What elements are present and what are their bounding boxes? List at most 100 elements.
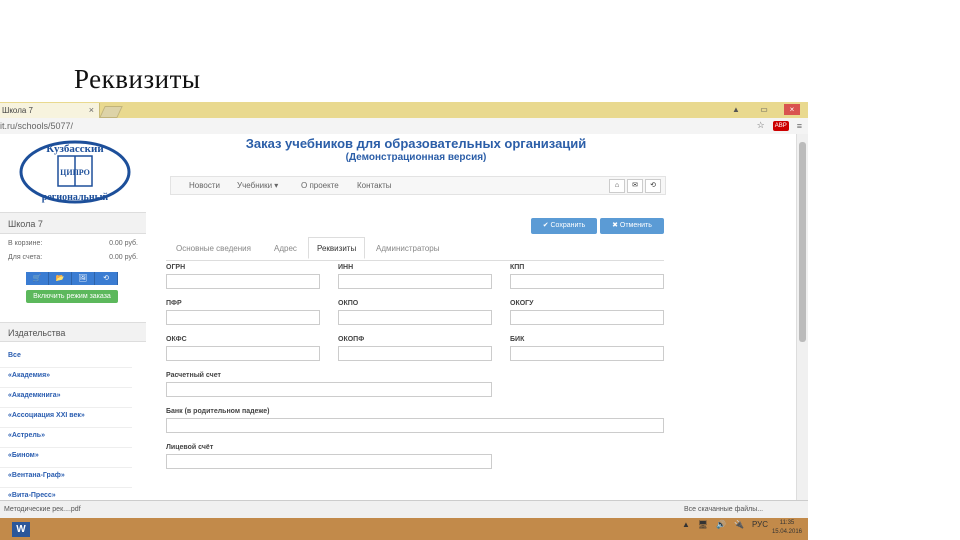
logo-top-text: Кузбасский (46, 143, 104, 155)
home-icon[interactable]: ⌂ (609, 179, 625, 193)
all-downloads-link[interactable]: Все скачанные файлы... (684, 503, 763, 517)
star-icon[interactable]: ☆ (757, 120, 765, 131)
cart-action-buttons: 🛒 📂 🖼 ⟲ (26, 272, 118, 285)
tab-requisites[interactable]: Реквизиты (308, 237, 366, 259)
mail-icon[interactable]: ✉ (627, 179, 643, 193)
publishers-list: Все «Академия» «Академкнига» «Ассоциация… (0, 348, 132, 508)
bik-field[interactable] (510, 346, 664, 361)
tab-title: Школа 7 (2, 106, 33, 115)
page-title: Заказ учебников для образовательных орга… (245, 136, 587, 151)
browser-tab[interactable]: Школа 7 × (0, 103, 100, 118)
kpp-label: КПП (510, 264, 525, 271)
new-tab-button[interactable] (99, 106, 123, 118)
publisher-item[interactable]: «Астрель» (0, 428, 132, 448)
tab-main-info[interactable]: Основные сведения (176, 238, 251, 260)
cart-icon[interactable]: 🛒 (26, 272, 49, 285)
navbar: Новости Учебники ▾ О проекте Контакты ⌂ … (170, 176, 666, 195)
bank-field[interactable] (166, 418, 664, 433)
image-icon[interactable]: 🖼 (72, 272, 95, 285)
maximize-button[interactable]: ▭ (756, 104, 772, 115)
publisher-item[interactable]: «Ассоциация XXI век» (0, 408, 132, 428)
sidebar: ЦИПРО Кузбасский региональный Школа 7 В … (0, 134, 147, 508)
okogu-label: ОКОГУ (510, 300, 534, 307)
page-subtitle: (Демонстрационная версия) (345, 152, 487, 163)
folder-icon[interactable]: 📂 (49, 272, 72, 285)
tab-close-icon[interactable]: × (89, 103, 94, 118)
system-tray: ▲ 🖥 🔊 🔌 РУС (682, 520, 768, 529)
okopf-label: ОКОПФ (338, 336, 365, 343)
adblock-icon[interactable]: ABP (772, 120, 789, 131)
cart-value: 0.00 руб. (109, 240, 138, 247)
nav-news[interactable]: Новости (189, 177, 220, 194)
kpp-field[interactable] (510, 274, 664, 289)
okfs-field[interactable] (166, 346, 320, 361)
save-button[interactable]: ✔ Сохранить (531, 218, 597, 234)
order-mode-button[interactable]: Включить режим заказа (26, 290, 118, 303)
ogrn-field[interactable] (166, 274, 320, 289)
tray-expand-icon[interactable]: ▲ (682, 520, 690, 529)
refresh-icon[interactable]: ⟲ (95, 272, 118, 285)
publishers-header: Издательства (0, 322, 146, 342)
tab-strip: Основные сведения Адрес Реквизиты Админи… (166, 237, 664, 261)
url-text[interactable]: it.ru/schools/5077/ (0, 118, 73, 134)
download-item[interactable]: Методические рек....pdf (4, 503, 81, 517)
account-field[interactable] (166, 382, 492, 397)
logo-bottom-text: региональный (42, 192, 109, 203)
ogrn-label: ОГРН (166, 264, 186, 271)
publisher-item[interactable]: «Бином» (0, 448, 132, 468)
menu-icon[interactable]: ≡ (797, 121, 802, 131)
okpo-label: ОКПО (338, 300, 359, 307)
clock-time: 11:35 (779, 520, 795, 526)
logo: ЦИПРО Кузбасский региональный (19, 140, 131, 204)
scrollbar[interactable] (796, 134, 808, 500)
close-window-button[interactable]: × (784, 104, 800, 115)
okopf-field[interactable] (338, 346, 492, 361)
clock[interactable]: 11:35 15.04.2016 (772, 519, 802, 537)
publisher-item[interactable]: «Академия» (0, 368, 132, 388)
tab-bar: Школа 7 × ▲ ▭ × (0, 102, 808, 118)
language-indicator[interactable]: РУС (752, 520, 768, 529)
okpo-field[interactable] (338, 310, 492, 325)
cart-row: В корзине: 0.00 руб. (8, 240, 138, 247)
pfr-label: ПФР (166, 300, 182, 307)
cancel-button[interactable]: ✖ Отменить (600, 218, 664, 234)
toolbar-icons: ☆ ABP ≡ (757, 120, 802, 131)
invoice-value: 0.00 руб. (109, 254, 138, 261)
cart-label: В корзине: (8, 240, 43, 247)
main-content: Заказ учебников для образовательных орга… (146, 134, 796, 500)
bik-label: БИК (510, 336, 525, 343)
nav-about[interactable]: О проекте (301, 177, 339, 194)
refresh-icon[interactable]: ⟲ (645, 179, 661, 193)
downloads-bar: Методические рек....pdf Все скачанные фа… (0, 500, 808, 519)
tab-address[interactable]: Адрес (274, 238, 297, 260)
publisher-item[interactable]: Все (0, 348, 132, 368)
clock-date: 15.04.2016 (771, 529, 802, 535)
bank-label: Банк (в родительном падеже) (166, 408, 270, 415)
okogu-field[interactable] (510, 310, 664, 325)
personal-account-field[interactable] (166, 454, 492, 469)
school-header: Школа 7 (0, 212, 146, 234)
inn-label: ИНН (338, 264, 354, 271)
slide-title: Реквизиты (74, 64, 201, 94)
okfs-label: ОКФС (166, 336, 187, 343)
invoice-label: Для счета: (8, 254, 43, 261)
publisher-item[interactable]: «Вентана-Граф» (0, 468, 132, 488)
nav-contacts[interactable]: Контакты (357, 177, 392, 194)
nav-icons: ⌂ ✉ ⟲ (609, 179, 661, 193)
invoice-row: Для счета: 0.00 руб. (8, 254, 138, 261)
monitor-icon[interactable]: 🖥 (698, 520, 708, 529)
logo-center-text: ЦИПРО (60, 168, 90, 177)
pfr-field[interactable] (166, 310, 320, 325)
power-icon[interactable]: 🔌 (734, 520, 744, 529)
personal-account-label: Лицевой счёт (166, 444, 214, 451)
address-bar[interactable]: it.ru/schools/5077/ ☆ ABP ≡ (0, 118, 808, 135)
publisher-item[interactable]: «Академкнига» (0, 388, 132, 408)
tab-administrators[interactable]: Администраторы (376, 238, 439, 260)
scrollbar-thumb[interactable] (799, 142, 806, 342)
volume-icon[interactable]: 🔊 (716, 520, 726, 529)
nav-textbooks[interactable]: Учебники ▾ (237, 177, 278, 194)
word-icon[interactable]: W (12, 522, 30, 537)
inn-field[interactable] (338, 274, 492, 289)
account-label: Расчетный счет (166, 372, 221, 379)
minimize-button[interactable]: ▲ (728, 104, 744, 115)
